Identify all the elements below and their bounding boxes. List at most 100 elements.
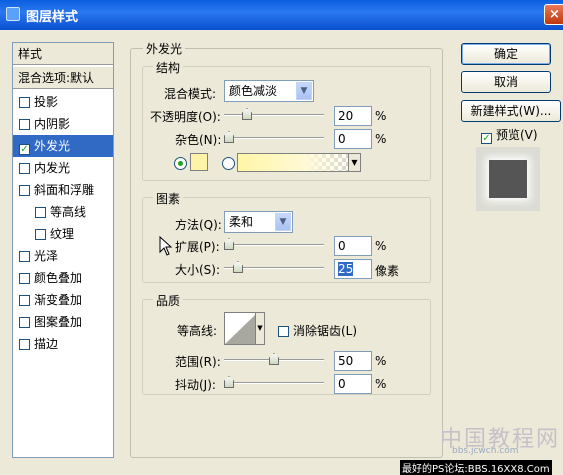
style-item-label: 光泽 [34,249,59,263]
style-item-checkbox[interactable] [19,163,30,174]
style-item-label: 纹理 [50,227,75,241]
blending-options-item[interactable]: 混合选项:默认 [13,67,113,89]
gradient-picker[interactable] [237,153,361,172]
style-item-checkbox[interactable] [19,339,30,350]
opacity-input[interactable]: 20 [334,106,372,126]
range-input[interactable]: 50 [334,351,372,371]
opacity-slider[interactable] [224,108,324,122]
preview-checkbox[interactable]: ✓ 预览(V) [481,126,538,144]
gradient-radio[interactable] [222,157,235,170]
opacity-slider-thumb[interactable] [242,108,252,120]
watermark-url: bbs.jcwcn.com [452,446,519,456]
range-label: 范围(R): [175,355,221,369]
noise-slider[interactable] [224,131,324,145]
style-item-4[interactable]: 斜面和浮雕 [13,179,113,201]
technique-select[interactable]: 柔和 ▼ [224,211,293,233]
style-item-checkbox[interactable] [19,317,30,328]
style-item-2[interactable]: ✓ 外发光 [13,135,113,157]
structure-title: 结构 [153,59,184,76]
antialias-checkbox-box[interactable] [278,326,289,337]
style-preview [476,147,540,211]
window-title: 图层样式 [26,10,79,25]
style-item-9[interactable]: 渐变叠加 [13,289,113,311]
blend-mode-value: 颜色减淡 [229,84,278,98]
app-icon [6,7,20,21]
gradient-dropdown-icon[interactable]: ▼ [348,154,360,171]
spread-input[interactable]: 0 [334,236,372,256]
style-item-label: 内发光 [34,161,71,175]
new-style-button[interactable]: 新建样式(W)... [461,100,561,122]
spread-unit: % [375,239,387,253]
elements-title: 图素 [153,190,184,207]
style-item-checkbox[interactable] [19,273,30,284]
noise-input[interactable]: 0 [334,129,372,149]
range-slider[interactable] [224,353,324,367]
range-slider-thumb[interactable] [269,353,279,365]
title-bar[interactable] [0,0,563,30]
style-item-checkbox[interactable] [19,295,30,306]
outer-glow-title: 外发光 [143,40,186,57]
spread-slider[interactable] [224,238,324,252]
technique-value: 柔和 [229,215,254,229]
style-item-11[interactable]: 描边 [13,333,113,355]
size-input-value: 25 [338,262,354,276]
style-list-header[interactable]: 样式 [13,43,113,65]
close-button[interactable]: × [544,4,563,25]
jitter-label: 抖动(J): [175,378,216,392]
style-item-7[interactable]: 光泽 [13,245,113,267]
style-item-1[interactable]: 内阴影 [13,113,113,135]
quality-title: 品质 [153,292,184,309]
style-item-label: 等高线 [50,205,87,219]
watermark-forum: 最好的PS论坛:BBS.16XX8.Com [400,460,552,475]
style-item-6[interactable]: 纹理 [13,223,113,245]
style-item-5[interactable]: 等高线 [13,201,113,223]
style-item-label: 描边 [34,337,59,351]
noise-slider-thumb[interactable] [224,131,234,143]
style-item-checkbox[interactable] [35,207,46,218]
opacity-unit: % [375,109,387,123]
style-item-checkbox[interactable] [19,185,30,196]
color-radio[interactable] [174,157,187,170]
preview-checkbox-box[interactable]: ✓ [481,133,492,144]
style-item-checkbox[interactable] [35,229,46,240]
style-item-label: 图案叠加 [34,315,83,329]
chevron-down-icon: ▼ [296,82,312,100]
contour-picker[interactable]: ▼ [224,312,265,345]
size-slider[interactable] [224,261,324,275]
blend-mode-label: 混合模式: [164,87,217,101]
style-item-checkbox[interactable] [19,119,30,130]
style-item-checkbox[interactable] [19,251,30,262]
cancel-button[interactable]: 取消 [461,71,551,93]
style-item-label: 颜色叠加 [34,271,83,285]
blend-mode-select[interactable]: 颜色减淡 ▼ [224,80,314,102]
jitter-unit: % [375,377,387,391]
range-unit: % [375,354,387,368]
glow-color-swatch[interactable] [190,153,208,171]
style-item-label: 投影 [34,95,59,109]
chevron-down-icon: ▼ [255,313,264,344]
style-item-3[interactable]: 内发光 [13,157,113,179]
jitter-slider-thumb[interactable] [224,376,234,388]
jitter-slider[interactable] [224,376,324,390]
spread-slider-thumb[interactable] [224,238,234,250]
method-label: 方法(Q): [175,218,222,232]
size-slider-thumb[interactable] [233,261,243,273]
style-item-10[interactable]: 图案叠加 [13,311,113,333]
style-item-0[interactable]: 投影 [13,91,113,113]
style-item-label: 斜面和浮雕 [34,183,95,197]
size-unit: 像素 [375,264,400,278]
ok-button[interactable]: 确定 [461,43,551,65]
style-list: 样式 混合选项:默认 投影内阴影 ✓ 外发光内发光斜面和浮雕等高线纹理光泽颜色叠加渐… [12,42,114,458]
antialias-label: 消除锯齿(L) [293,324,358,338]
style-item-checkbox[interactable]: ✓ [19,144,30,155]
chevron-down-icon: ▼ [275,213,291,231]
style-item-label: 渐变叠加 [34,293,83,307]
style-item-8[interactable]: 颜色叠加 [13,267,113,289]
jitter-input[interactable]: 0 [334,374,372,394]
preview-label: 预览(V) [496,128,538,142]
style-item-checkbox[interactable] [19,97,30,108]
contour-label: 等高线: [177,324,218,338]
antialias-checkbox[interactable]: 消除锯齿(L) [278,322,357,339]
mouse-cursor-icon [159,235,173,256]
size-input[interactable]: 25 [334,259,372,279]
